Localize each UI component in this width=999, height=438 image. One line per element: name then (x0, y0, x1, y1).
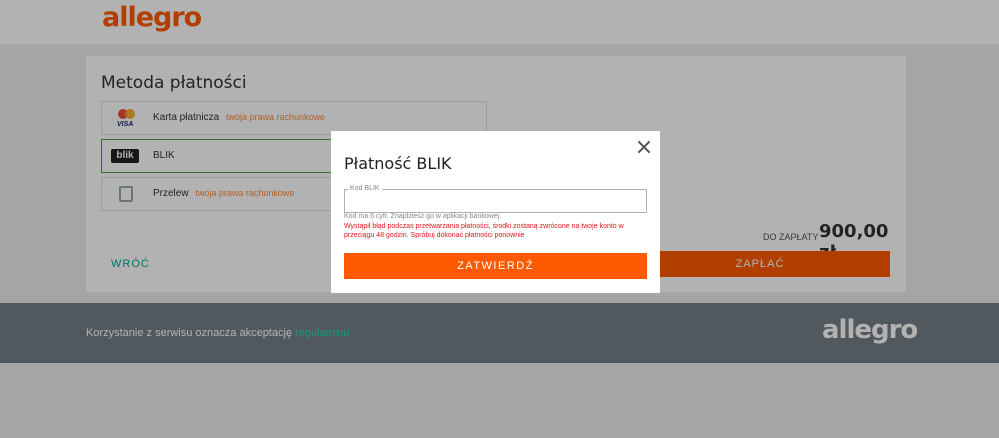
blik-code-hint: Kod ma 6 cyfr. Znajdziesz go w aplikacji… (344, 213, 502, 220)
close-icon[interactable] (636, 139, 652, 155)
blik-code-input[interactable] (345, 190, 646, 212)
payment-error-message: Wystąpił błąd podczas przetwarzania płat… (344, 223, 624, 239)
confirm-button[interactable]: ZATWIERDŹ (344, 253, 647, 279)
dialog-title: Płatność BLIK (344, 154, 452, 173)
blik-code-field: Kod BLIK (344, 185, 647, 213)
blik-payment-dialog: Płatność BLIK Kod BLIK Kod ma 6 cyfr. Zn… (331, 131, 660, 293)
